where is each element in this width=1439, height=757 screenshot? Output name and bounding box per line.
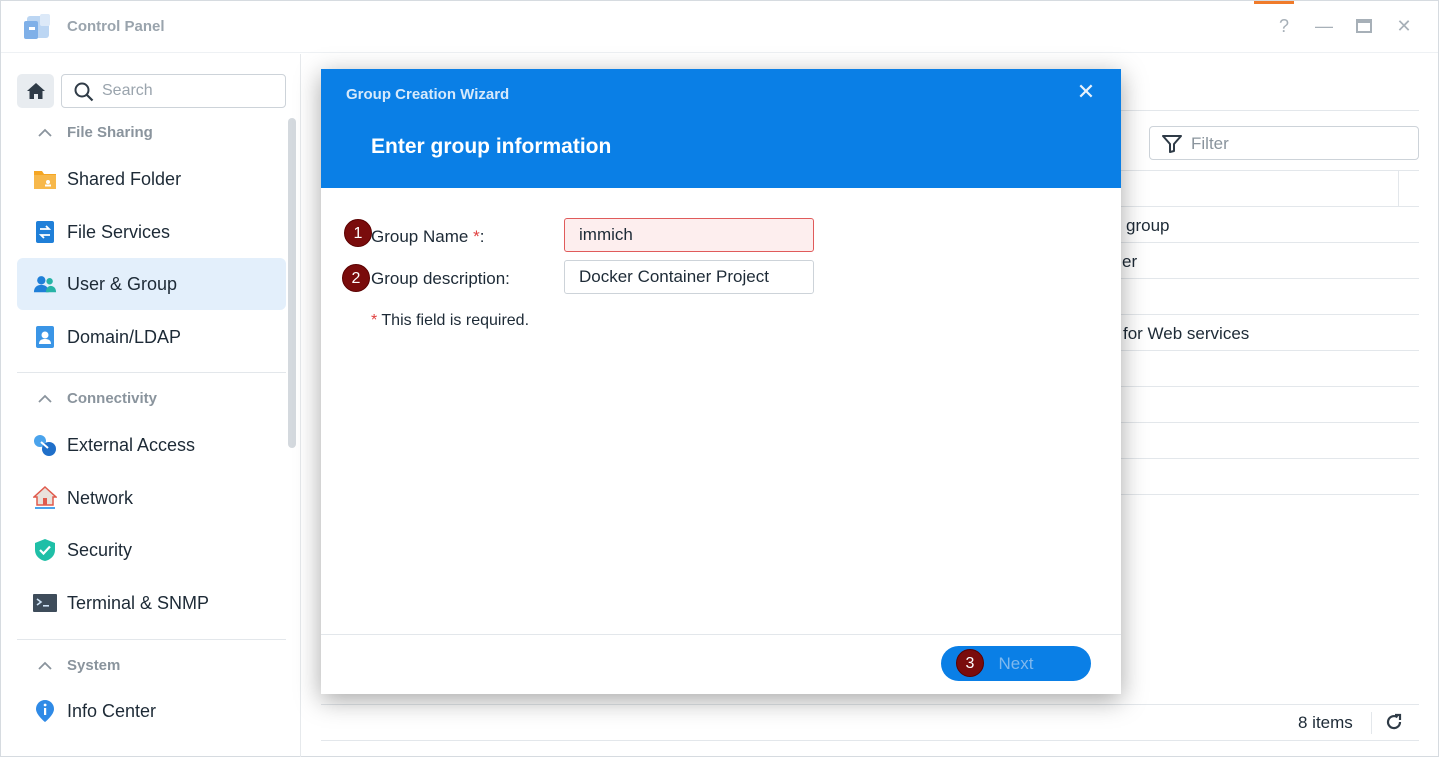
chevron-up-icon <box>38 394 52 403</box>
filter-field[interactable] <box>1149 126 1419 160</box>
chevron-up-icon <box>38 661 52 670</box>
home-icon <box>26 83 45 99</box>
required-mark: * <box>371 312 378 329</box>
sidebar-item-label: External Access <box>67 434 196 455</box>
shared-folder-icon <box>33 167 57 191</box>
sidebar-divider <box>17 639 286 640</box>
network-icon <box>33 486 57 510</box>
group-description-label: Group description: <box>371 269 510 288</box>
chevron-up-icon <box>38 128 52 137</box>
sidebar-item-security[interactable]: Security <box>17 524 286 576</box>
search-field[interactable] <box>61 74 286 108</box>
annotation-badge-3: 3 <box>956 649 984 677</box>
footer-divider <box>321 704 1419 705</box>
accent-strip <box>1254 1 1294 4</box>
sidebar-item-label: File Services <box>67 221 171 242</box>
info-center-icon <box>33 699 57 723</box>
items-count: 8 items <box>1298 713 1353 732</box>
table-cell-description: er <box>1122 252 1138 271</box>
group-description-input[interactable] <box>564 260 814 294</box>
wizard-footer-divider <box>321 634 1121 635</box>
footer-bottom-line <box>321 740 1419 741</box>
sidebar-item-label: Terminal & SNMP <box>67 592 210 613</box>
user-group-icon <box>33 272 57 296</box>
minimize-icon[interactable]: — <box>1313 15 1335 37</box>
group-name-label-colon: : <box>479 227 485 246</box>
section-system[interactable]: System <box>37 657 120 674</box>
sidebar-item-file-services[interactable]: File Services <box>17 206 286 258</box>
sidebar-item-external-access[interactable]: External Access <box>17 419 286 471</box>
section-file-sharing[interactable]: File Sharing <box>37 124 153 141</box>
group-name-label: Group Name *: <box>371 227 484 247</box>
sidebar-item-user-group[interactable]: User & Group <box>17 258 286 310</box>
required-mark: * <box>473 227 480 246</box>
search-icon <box>74 82 94 102</box>
sidebar: File Sharing Shared Folder File Services… <box>1 54 301 757</box>
home-button[interactable] <box>17 74 54 108</box>
section-label: Connectivity <box>67 390 158 407</box>
required-note-text: This field is required. <box>381 312 530 329</box>
sidebar-item-label: Shared Folder <box>67 168 182 189</box>
sidebar-item-domain-ldap[interactable]: Domain/LDAP <box>17 311 286 363</box>
filter-input[interactable] <box>1191 134 1401 154</box>
terminal-icon <box>33 591 57 615</box>
annotation-badge-1: 1 <box>344 219 372 247</box>
group-name-label-text: Group Name <box>371 227 469 246</box>
sidebar-item-shared-folder[interactable]: Shared Folder <box>17 153 286 205</box>
required-field-note: * This field is required. <box>371 312 529 330</box>
sidebar-item-info-center[interactable]: Info Center <box>17 685 286 737</box>
sidebar-item-terminal-snmp[interactable]: Terminal & SNMP <box>17 577 286 629</box>
annotation-badge-2: 2 <box>342 264 370 292</box>
sidebar-item-network[interactable]: Network <box>17 472 286 524</box>
group-creation-wizard-dialog: Group Creation Wizard ✕ Enter group info… <box>321 69 1121 694</box>
table-cell-description: group <box>1126 216 1170 235</box>
title-bar: Control Panel ? — ✕ <box>1 1 1438 53</box>
table-cell-description: for Web services <box>1123 324 1250 343</box>
close-window-icon[interactable]: ✕ <box>1393 15 1415 37</box>
wizard-title: Group Creation Wizard <box>346 86 510 103</box>
maximize-icon[interactable] <box>1353 15 1375 37</box>
close-icon[interactable]: ✕ <box>1075 81 1097 103</box>
sidebar-item-label: Security <box>67 539 133 560</box>
column-resize-handle[interactable] <box>1398 170 1399 206</box>
sidebar-item-label: Domain/LDAP <box>67 326 182 347</box>
control-panel-app-icon <box>24 14 50 39</box>
sidebar-item-label: User & Group <box>67 273 178 294</box>
section-label: System <box>67 657 121 674</box>
window-title: Control Panel <box>67 18 165 35</box>
refresh-icon[interactable] <box>1384 712 1404 732</box>
wizard-header: Group Creation Wizard ✕ Enter group info… <box>321 69 1121 188</box>
section-connectivity[interactable]: Connectivity <box>37 390 157 407</box>
group-name-input[interactable] <box>564 218 814 252</box>
sidebar-scrollbar[interactable] <box>288 118 296 448</box>
sidebar-item-label: Network <box>67 487 134 508</box>
external-access-icon <box>33 433 57 457</box>
shield-icon <box>33 538 57 562</box>
filter-icon <box>1162 135 1182 153</box>
wizard-step-title: Enter group information <box>371 135 612 158</box>
sidebar-divider <box>17 372 286 373</box>
domain-ldap-icon <box>33 325 57 349</box>
section-label: File Sharing <box>67 124 153 141</box>
control-panel-window: Control Panel ? — ✕ File Sharing Shared … <box>0 0 1439 757</box>
search-input[interactable] <box>102 81 277 101</box>
help-icon[interactable]: ? <box>1273 15 1295 37</box>
file-services-icon <box>33 220 57 244</box>
footer-separator <box>1371 712 1372 734</box>
sidebar-item-label: Info Center <box>67 700 157 721</box>
